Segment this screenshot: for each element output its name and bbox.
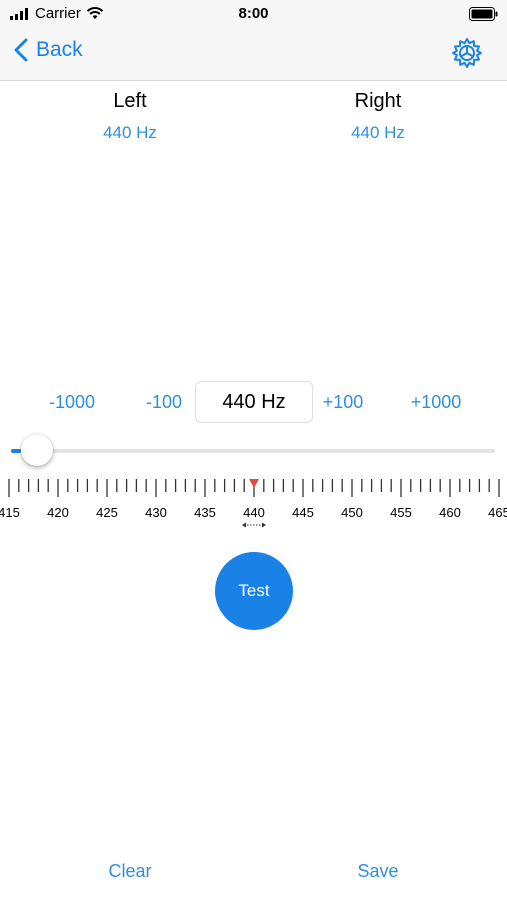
back-button[interactable]: Back (14, 38, 83, 62)
marker-triangle-icon (249, 479, 259, 488)
ruler-tick-label: 425 (96, 505, 118, 520)
status-time: 8:00 (238, 5, 269, 22)
ruler-tick-label: 455 (390, 505, 412, 520)
battery-icon (469, 7, 498, 21)
plus-1000-button[interactable]: +1000 (400, 392, 472, 413)
slider-fill (11, 449, 21, 453)
minus-100-button[interactable]: -100 (136, 392, 192, 413)
clear-button[interactable]: Clear (80, 861, 180, 882)
status-bar: Carrier 8:00 (0, 0, 507, 28)
ruler-tick-label: 460 (439, 505, 461, 520)
left-channel-name: Left (113, 90, 147, 112)
left-channel-frequency: 440 Hz (103, 123, 157, 142)
ruler-tick-label: 430 (145, 505, 167, 520)
right-channel-name: Right (354, 90, 402, 112)
minus-1000-button[interactable]: -1000 (36, 392, 108, 413)
left-channel: Left 440 Hz (30, 90, 230, 143)
right-channel: Right 440 Hz (278, 90, 478, 143)
test-button[interactable]: Test (215, 552, 293, 630)
chevron-left-icon (14, 38, 28, 62)
ruler-tick-label: 440 (243, 505, 265, 520)
ruler-tick-label: 445 (292, 505, 314, 520)
frequency-slider[interactable] (11, 449, 495, 453)
double-arrow-icon (242, 522, 266, 528)
save-button[interactable]: Save (328, 861, 428, 882)
frequency-field[interactable]: 440 Hz (195, 381, 313, 423)
ruler-tick-label: 435 (194, 505, 216, 520)
slider-thumb[interactable] (21, 434, 53, 466)
ruler-tick-label: 420 (47, 505, 69, 520)
gear-icon[interactable] (451, 37, 483, 69)
right-channel-frequency: 440 Hz (351, 123, 405, 142)
back-label: Back (36, 38, 83, 61)
plus-100-button[interactable]: +100 (315, 392, 371, 413)
frequency-ruler[interactable]: 415 420 425 430 435 440 445 450 455 460 465 (0, 475, 507, 535)
ruler-tick-label: 415 (0, 505, 20, 520)
ruler-tick-label: 465 (488, 505, 507, 520)
ruler-tick-label: 450 (341, 505, 363, 520)
navigation-bar: Back (0, 28, 507, 81)
